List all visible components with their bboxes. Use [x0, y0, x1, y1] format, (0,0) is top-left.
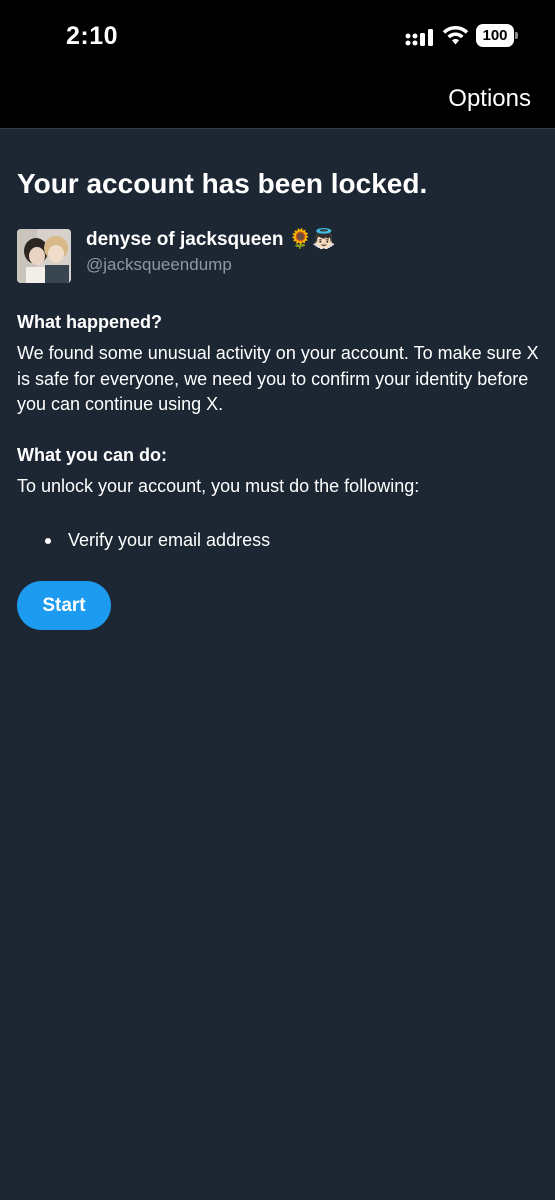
list-item-label: Verify your email address — [68, 530, 271, 550]
battery-icon: 100 — [476, 24, 518, 47]
top-nav-bar: Options — [0, 75, 555, 129]
status-bar: 2:10 100 — [0, 0, 555, 75]
avatar — [17, 229, 71, 283]
status-time: 2:10 — [66, 22, 119, 50]
what-happened-heading: What happened? — [17, 312, 162, 332]
wifi-icon — [442, 26, 469, 45]
options-button[interactable]: Options — [448, 85, 531, 113]
cellular-signal-icon — [405, 29, 433, 46]
account-display-name: denyse of jacksqueen 🌻👼🏻 — [86, 229, 337, 250]
battery-level: 100 — [476, 24, 514, 47]
start-button[interactable]: Start — [17, 581, 111, 630]
account-handle: @jacksqueendump — [86, 255, 232, 274]
avatar-photo — [17, 229, 71, 283]
what-happened-text: We found some unusual activity on your a… — [17, 343, 539, 414]
what-you-can-do-text: To unlock your account, you must do the … — [17, 476, 420, 496]
bullet-icon — [45, 538, 51, 544]
what-you-can-do-heading: What you can do: — [17, 445, 167, 465]
battery-cap — [515, 32, 518, 39]
page-title: Your account has been locked. — [17, 168, 428, 199]
